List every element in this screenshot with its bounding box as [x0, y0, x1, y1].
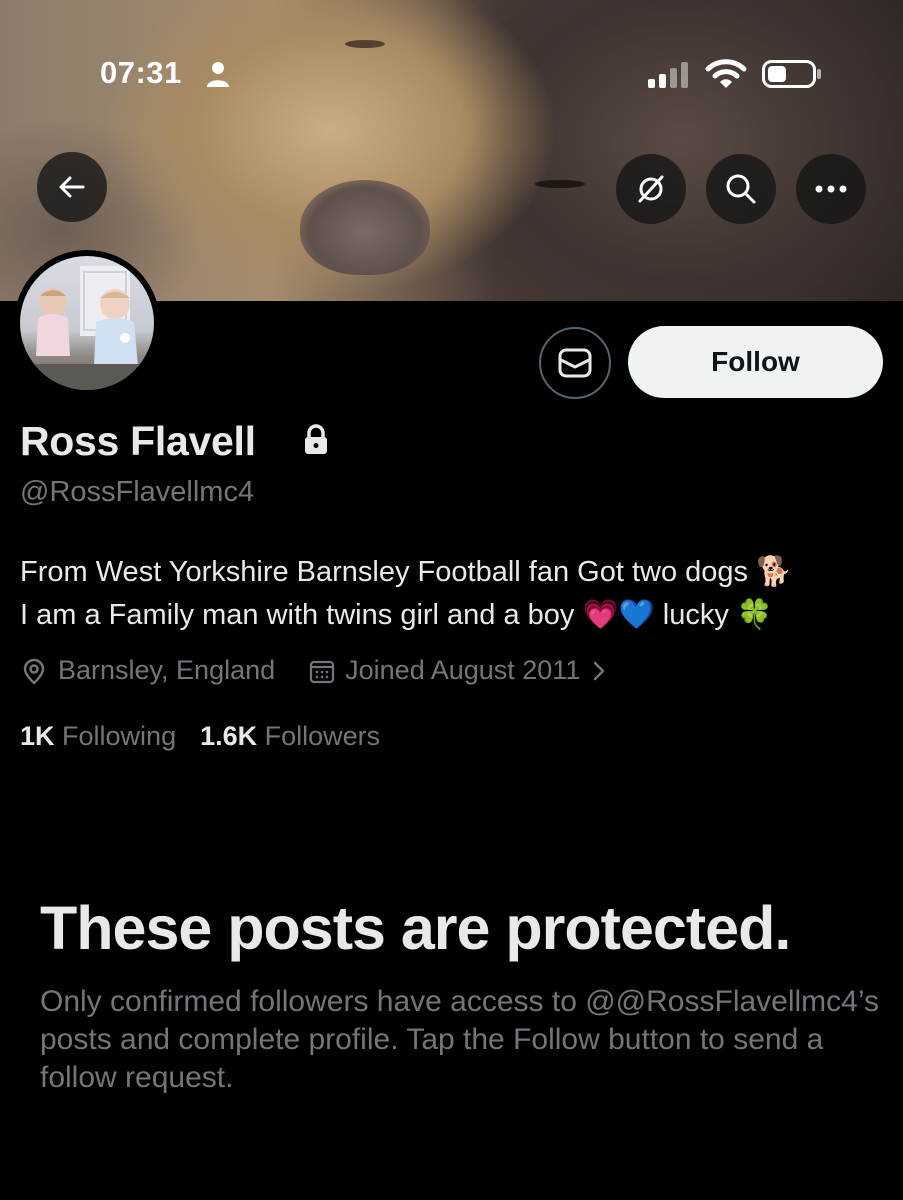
protected-description: Only confirmed followers have access to …	[40, 985, 879, 1094]
more-icon	[815, 185, 847, 193]
location-pin-icon	[23, 658, 45, 685]
joined-date[interactable]: Joined August 2011	[309, 655, 608, 686]
bio-line: From West Yorkshire Barnsley Football fa…	[20, 556, 793, 588]
banner-dog-nose	[300, 180, 430, 275]
followers-count: 1.6K	[200, 721, 265, 751]
chevron-right-icon	[594, 661, 605, 680]
wifi-icon	[705, 59, 747, 88]
banner-dog-eye	[345, 40, 385, 48]
grok-button[interactable]	[616, 154, 686, 224]
followers-link[interactable]: 1.6K Followers	[200, 721, 380, 752]
grok-icon	[638, 175, 664, 203]
follow-button[interactable]: Follow	[628, 326, 883, 398]
bio-line: I am a Family man with twins girl and a …	[20, 599, 773, 631]
profile-banner[interactable]	[0, 0, 903, 301]
following-label: Following	[62, 721, 177, 751]
display-name: Ross Flavell	[20, 418, 256, 464]
back-button[interactable]	[37, 152, 107, 222]
following-link[interactable]: 1K Following	[20, 721, 176, 752]
arrow-left-icon	[59, 176, 85, 198]
following-count: 1K	[20, 721, 63, 751]
user-handle: @RossFlavellmc4	[20, 476, 255, 508]
message-button[interactable]	[539, 327, 611, 399]
profile-meta: Barnsley, England Joined August 2011	[20, 655, 608, 686]
battery-icon	[762, 60, 821, 88]
signal-icon	[648, 62, 688, 88]
joined-text: Joined August 2011	[345, 655, 581, 685]
location: Barnsley, England	[20, 655, 275, 686]
search-icon	[726, 174, 756, 204]
banner-dog-eye	[535, 180, 585, 188]
more-button[interactable]	[796, 154, 866, 224]
followers-label: Followers	[264, 721, 381, 751]
lock-icon	[305, 424, 327, 454]
profile-avatar[interactable]	[14, 250, 160, 396]
avatar-children-image	[20, 266, 154, 390]
status-time: 07:31	[100, 55, 182, 90]
follow-counts: 1K Following 1.6K Followers	[20, 721, 380, 752]
location-text: Barnsley, England	[58, 655, 276, 685]
search-button[interactable]	[706, 154, 776, 224]
envelope-icon	[558, 348, 592, 378]
avatar-photo	[20, 256, 154, 390]
calendar-icon	[310, 660, 335, 683]
person-icon	[207, 62, 229, 87]
profile-bio: From West Yorkshire Barnsley Football fa…	[20, 551, 890, 637]
protected-title: These posts are protected.	[40, 894, 791, 962]
